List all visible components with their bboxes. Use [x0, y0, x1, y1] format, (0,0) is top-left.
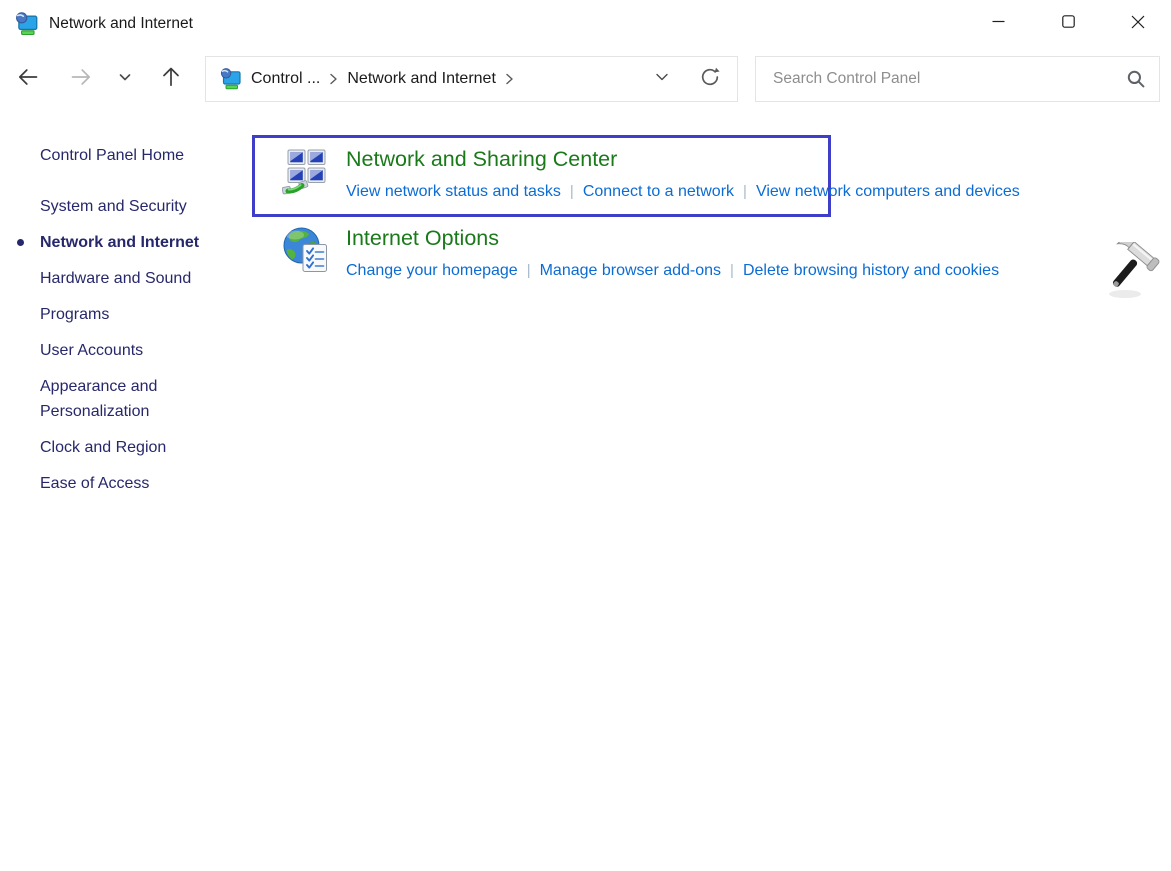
link-separator: | [570, 183, 574, 200]
sidebar-item-appearance-and-personalization[interactable]: Appearance and Personalization [40, 374, 230, 424]
breadcrumb: Control ... Network and Internet [251, 70, 523, 88]
minimize-icon [992, 15, 1005, 33]
network-and-internet-icon [219, 67, 243, 91]
sidebar-item-hardware-and-sound[interactable]: Hardware and Sound [40, 266, 230, 291]
control-panel-window: Network and Internet [0, 0, 1171, 507]
section-links: Change your homepage | Manage browser add-… [346, 257, 1171, 285]
sidebar-item-network-and-internet[interactable]: Network and Internet [40, 230, 230, 255]
breadcrumb-item-network-and-internet[interactable]: Network and Internet [347, 70, 496, 88]
internet-options-icon [282, 226, 330, 274]
recent-locations-button[interactable] [104, 56, 146, 102]
chevron-right-icon [505, 73, 514, 85]
refresh-button[interactable] [695, 65, 725, 94]
window-title: Network and Internet [49, 15, 193, 33]
link-separator: | [730, 262, 734, 279]
navigation-bar: Control ... Network and Internet [0, 48, 1171, 110]
search-input[interactable] [771, 69, 1126, 89]
address-dropdown-button[interactable] [647, 69, 677, 90]
sidebar-item-control-panel-home[interactable]: Control Panel Home [40, 143, 230, 168]
sidebar-item-user-accounts[interactable]: User Accounts [40, 338, 230, 363]
hammer-cursor-icon [1095, 242, 1163, 300]
chevron-down-icon [118, 70, 132, 89]
maximize-button[interactable] [1045, 0, 1091, 48]
sidebar-item-programs[interactable]: Programs [40, 302, 230, 327]
content-area: Control Panel Home System and Security Net… [0, 110, 1171, 507]
section-title-network-and-sharing-center[interactable]: Network and Sharing Center [346, 143, 828, 175]
back-arrow-icon [16, 65, 40, 94]
sidebar-item-clock-and-region[interactable]: Clock and Region [40, 435, 230, 460]
maximize-icon [1062, 15, 1075, 33]
chevron-down-icon [654, 69, 670, 90]
section-network-and-sharing-center: Network and Sharing Center View network … [252, 135, 831, 217]
forward-button[interactable] [59, 56, 103, 102]
task-link-view-network-status-and-tasks[interactable]: View network status and tasks [346, 183, 561, 200]
title-bar: Network and Internet [0, 0, 1171, 48]
close-icon [1131, 15, 1145, 34]
main-panel: Network and Sharing Center View network … [252, 110, 1171, 507]
network-sharing-icon [282, 147, 330, 195]
up-button[interactable] [149, 56, 193, 102]
link-separator: | [527, 262, 531, 279]
search-box [755, 56, 1160, 102]
task-link-view-network-computers-and-devices[interactable]: View network computers and devices [756, 183, 1020, 200]
back-button[interactable] [6, 56, 50, 102]
task-link-manage-browser-add-ons[interactable]: Manage browser add-ons [540, 262, 721, 279]
section-links: View network status and tasks | Connect to… [346, 178, 828, 206]
breadcrumb-item-control[interactable]: Control ... [251, 70, 320, 88]
search-icon[interactable] [1126, 69, 1146, 89]
task-link-delete-browsing-history-and-cookies[interactable]: Delete browsing history and cookies [743, 262, 999, 279]
network-and-internet-icon [14, 11, 40, 37]
minimize-button[interactable] [975, 0, 1021, 48]
window-controls [975, 0, 1171, 48]
address-bar[interactable]: Control ... Network and Internet [205, 56, 738, 102]
up-arrow-icon [159, 65, 183, 94]
refresh-icon [698, 65, 722, 94]
close-button[interactable] [1115, 0, 1161, 48]
section-internet-options: Internet Options Change your homepage | Ma… [252, 217, 1171, 293]
chevron-right-icon [329, 73, 338, 85]
task-link-change-your-homepage[interactable]: Change your homepage [346, 262, 518, 279]
link-separator: | [743, 183, 747, 200]
sidebar-item-system-and-security[interactable]: System and Security [40, 194, 230, 219]
section-title-internet-options[interactable]: Internet Options [346, 222, 1171, 254]
sidebar-item-ease-of-access[interactable]: Ease of Access [40, 471, 230, 496]
forward-arrow-icon [69, 65, 93, 94]
task-link-connect-to-a-network[interactable]: Connect to a network [583, 183, 734, 200]
sidebar: Control Panel Home System and Security Net… [0, 110, 252, 507]
